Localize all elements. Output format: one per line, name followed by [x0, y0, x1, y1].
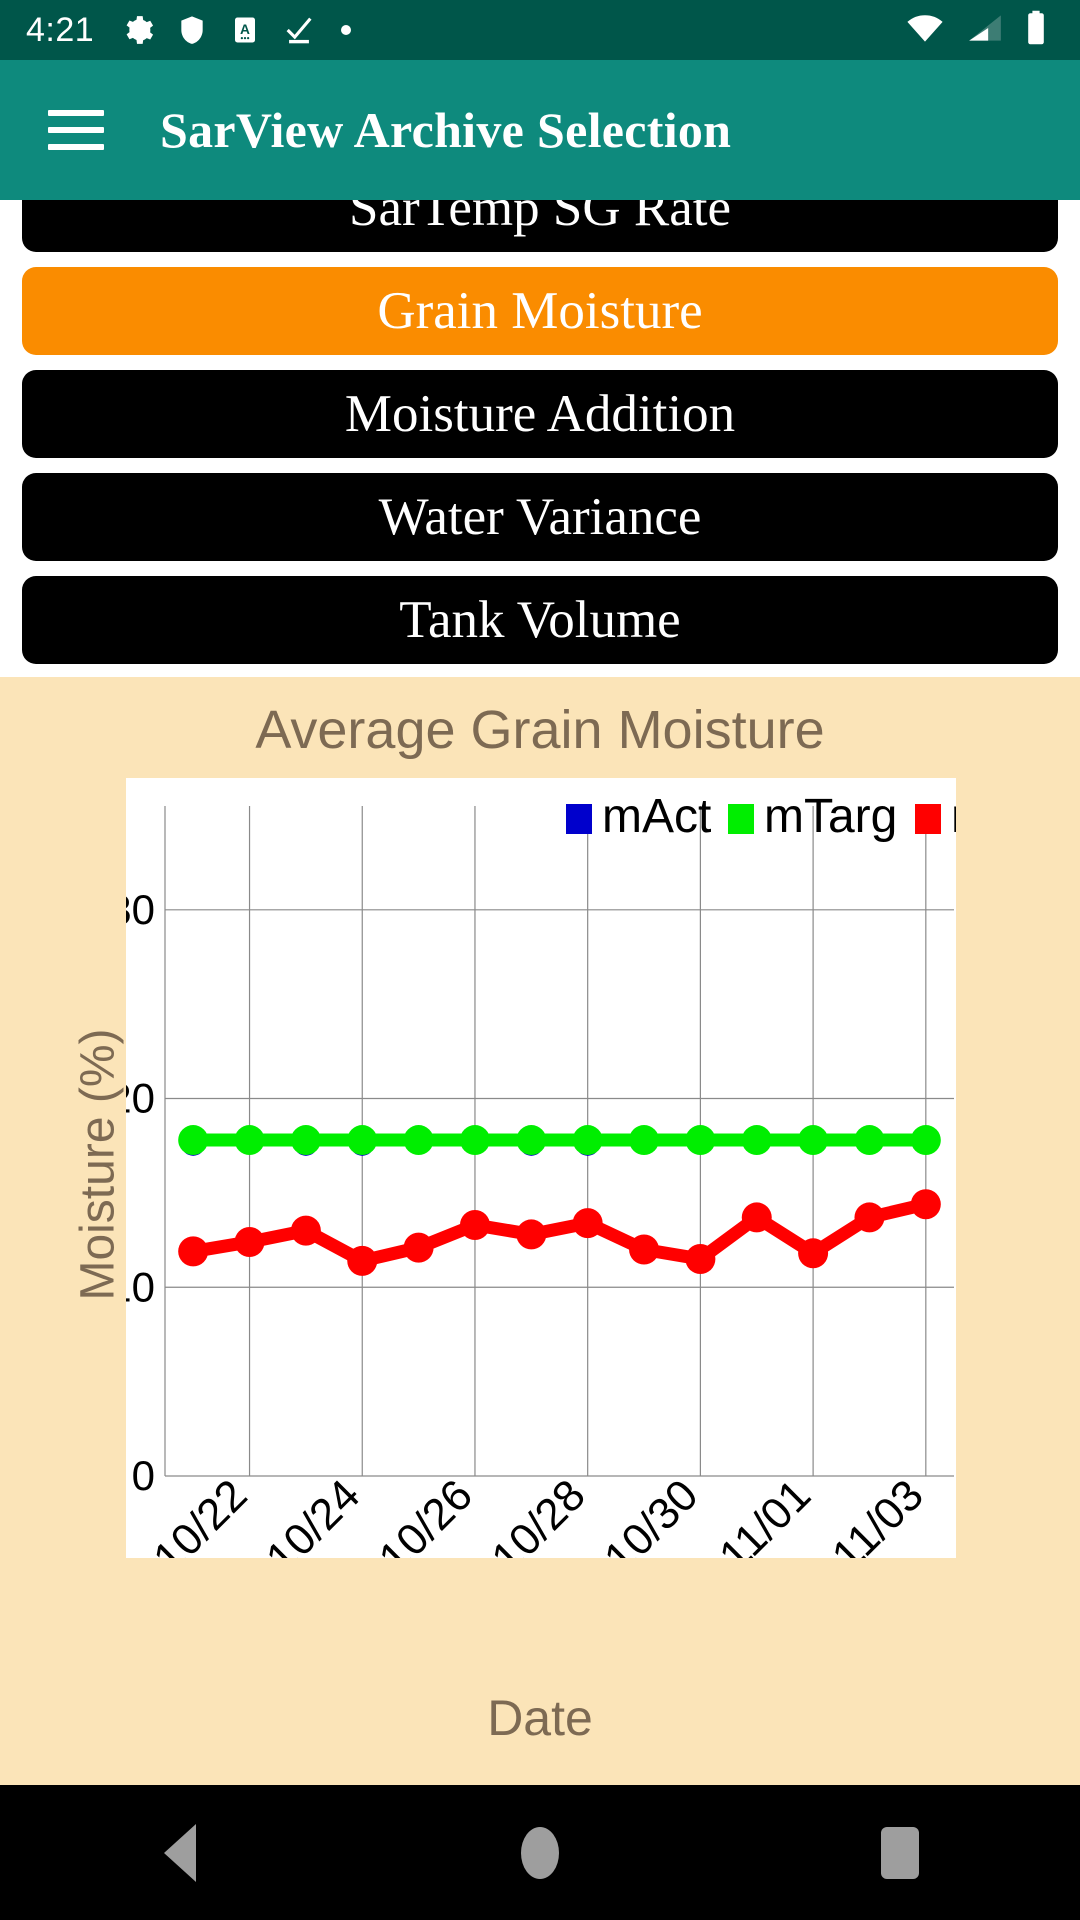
wifi-icon — [904, 12, 946, 49]
chart-y-axis-label: Moisture (%) — [71, 1028, 125, 1301]
svg-text:mAct: mAct — [602, 790, 711, 843]
page-title: SarView Archive Selection — [160, 102, 732, 158]
recent-apps-icon[interactable] — [825, 1785, 975, 1920]
svg-text:20: 20 — [126, 1075, 155, 1122]
archive-item-moisture-addition[interactable]: Moisture Addition — [22, 370, 1058, 458]
status-bar-right-icons — [904, 10, 1054, 51]
archive-item-label: SarTemp SG Rate — [349, 200, 731, 237]
status-bar: 4:21 A — [0, 0, 1080, 60]
archive-item-label: Moisture Addition — [344, 384, 736, 443]
archive-item-label: Water Variance — [378, 487, 702, 546]
svg-text:11/03: 11/03 — [823, 1470, 933, 1558]
svg-text:10/24: 10/24 — [257, 1470, 370, 1558]
chart-panel: Average Grain Moisture Moisture (%) 0 10 2… — [0, 677, 1080, 1785]
svg-text:A: A — [240, 22, 250, 37]
svg-text:0: 0 — [132, 1452, 155, 1499]
home-icon[interactable] — [465, 1785, 615, 1920]
android-navigation-bar — [0, 1785, 1080, 1920]
battery-icon — [1024, 10, 1048, 51]
svg-text:mTarg: mTarg — [764, 790, 897, 843]
svg-text:11/01: 11/01 — [710, 1470, 820, 1558]
svg-text:10/30: 10/30 — [595, 1470, 708, 1558]
status-bar-time: 4:21 — [26, 10, 95, 49]
svg-text:10/28: 10/28 — [482, 1470, 595, 1558]
app-bar: SarView Archive Selection — [0, 60, 1080, 200]
svg-text:30: 30 — [126, 886, 155, 933]
check-underline-icon — [282, 13, 316, 47]
svg-text:mInc: mInc — [951, 790, 956, 843]
svg-text:10/26: 10/26 — [370, 1470, 483, 1558]
dot-icon — [338, 22, 354, 38]
archive-item-tank-volume[interactable]: Tank Volume — [22, 576, 1058, 664]
svg-text:10: 10 — [126, 1263, 155, 1310]
archive-item-label: Grain Moisture — [377, 281, 703, 340]
chart-svg: 0 10 20 30 10/2210/2410/2610/2810/3011/0111/… — [126, 790, 956, 1558]
archive-item-water-variance[interactable]: Water Variance — [22, 473, 1058, 561]
chart-plot-area[interactable]: 0 10 20 30 10/2210/2410/2610/2810/3011/0111/… — [126, 778, 956, 1558]
archive-selection-list[interactable]: SarTemp SG Rate Grain Moisture Moisture … — [0, 200, 1080, 677]
svg-text:10/22: 10/22 — [144, 1470, 257, 1558]
chart-title: Average Grain Moisture — [255, 700, 825, 760]
archive-item-label: Tank Volume — [399, 590, 681, 649]
gear-icon — [120, 13, 154, 47]
back-icon[interactable] — [105, 1785, 255, 1920]
shield-icon — [176, 13, 208, 47]
hamburger-menu-icon[interactable] — [28, 82, 124, 178]
archive-item-sartemp-sg-rate[interactable]: SarTemp SG Rate — [22, 200, 1058, 252]
archive-item-grain-moisture[interactable]: Grain Moisture — [22, 267, 1058, 355]
cellular-signal-icon — [966, 12, 1004, 49]
chart-x-axis-label: Date — [487, 1690, 593, 1746]
document-a-icon: A — [230, 13, 260, 47]
